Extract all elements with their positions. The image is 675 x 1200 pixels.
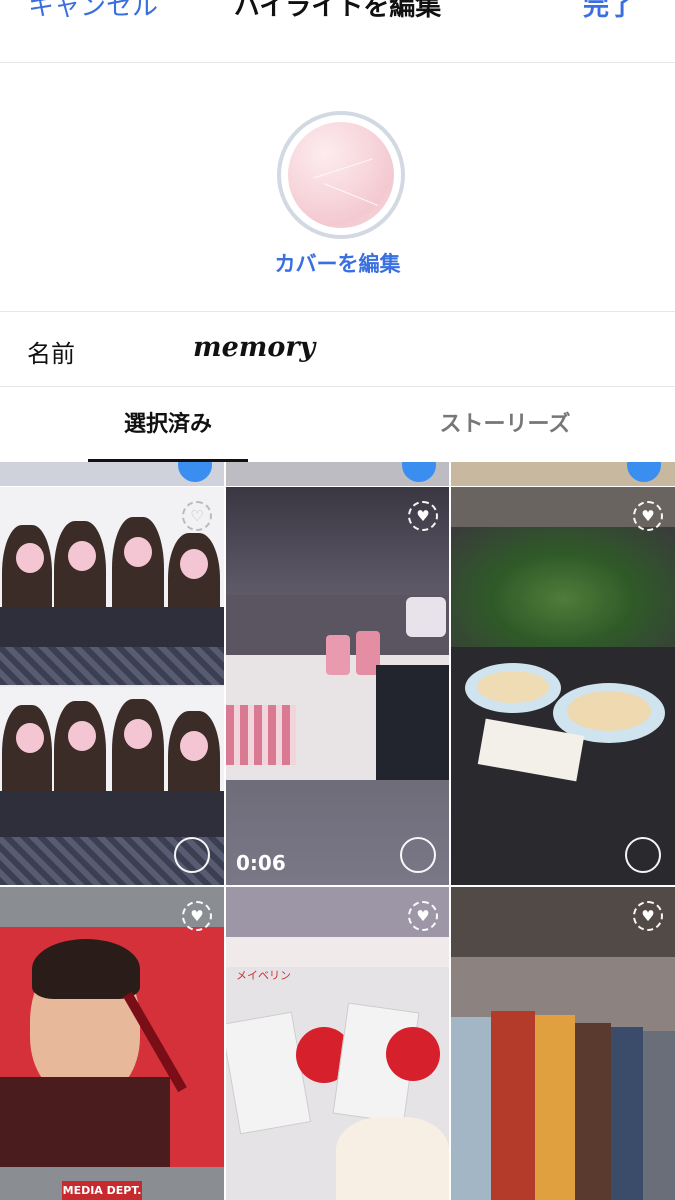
billboard-sign bbox=[0, 927, 224, 1167]
model-hair bbox=[32, 939, 140, 999]
peek-tile[interactable] bbox=[0, 462, 224, 486]
peek-tile[interactable] bbox=[226, 462, 449, 486]
caption-text: メイベリン bbox=[236, 969, 291, 982]
select-circle-icon[interactable] bbox=[400, 837, 436, 873]
drink-cup bbox=[326, 635, 350, 675]
drinks-video[interactable]: ♥ 0:06 bbox=[226, 487, 449, 885]
figure bbox=[643, 1031, 675, 1200]
face-sticker bbox=[180, 731, 208, 761]
face-sticker bbox=[68, 721, 96, 751]
plants bbox=[451, 527, 675, 647]
face-sticker bbox=[16, 543, 44, 573]
story-grid: ♡ ♥ 0:06 ♥ MEDIA DEPT. ♥ メイベリン ♥ ♥ bbox=[0, 462, 675, 1200]
select-circle-icon[interactable] bbox=[625, 837, 661, 873]
billboard-photo[interactable]: MEDIA DEPT. ♥ bbox=[0, 887, 224, 1200]
store-sign: MEDIA DEPT. bbox=[62, 1181, 142, 1200]
floor bbox=[226, 937, 449, 967]
selected-check-icon bbox=[627, 462, 661, 482]
tab-selected[interactable]: 選択済み bbox=[88, 387, 248, 462]
face-sticker bbox=[124, 719, 152, 749]
bottle bbox=[406, 597, 446, 637]
figure bbox=[451, 1017, 491, 1200]
purikura-photo[interactable]: ♡ bbox=[0, 487, 224, 885]
tab-stories[interactable]: ストーリーズ bbox=[425, 387, 585, 462]
highlight-ring-icon: ♡ bbox=[182, 501, 212, 531]
name-row: 名前 memory bbox=[0, 312, 675, 387]
model-outfit bbox=[0, 1077, 170, 1167]
figure bbox=[535, 1015, 575, 1200]
marble-vein bbox=[313, 158, 373, 179]
photo-card bbox=[226, 1011, 312, 1135]
highlight-ring-icon: ♥ bbox=[633, 901, 663, 931]
sleeve bbox=[336, 1117, 449, 1200]
top-bar: キャンセル ハイライトを編集 完了 bbox=[0, 0, 675, 63]
cover-section: カバーを編集 bbox=[0, 63, 675, 312]
peek-tile[interactable] bbox=[451, 462, 675, 486]
name-label: 名前 bbox=[27, 340, 75, 368]
figure bbox=[491, 1011, 535, 1200]
name-input[interactable]: memory bbox=[193, 332, 315, 363]
plaid-skirt bbox=[0, 647, 224, 685]
page-title: ハイライトを編集 bbox=[233, 0, 442, 22]
ramen-shop-photo[interactable]: ♥ bbox=[451, 487, 675, 885]
ramen-soup bbox=[477, 671, 549, 703]
highlight-ring-icon: ♥ bbox=[408, 501, 438, 531]
face-sticker bbox=[124, 537, 152, 567]
highlight-ring-icon: ♥ bbox=[633, 501, 663, 531]
face-sticker bbox=[68, 541, 96, 571]
highlight-ring-icon: ♥ bbox=[408, 901, 438, 931]
acrylic-keychain bbox=[386, 1027, 440, 1081]
edit-cover-link[interactable]: カバーを編集 bbox=[0, 248, 675, 278]
selected-check-icon bbox=[402, 462, 436, 482]
meat-plate bbox=[226, 705, 296, 765]
tab-bar: 選択済み ストーリーズ bbox=[0, 387, 675, 462]
face-sticker bbox=[180, 549, 208, 579]
video-duration: 0:06 bbox=[236, 851, 286, 875]
maybelline-goods-photo[interactable]: メイベリン ♥ bbox=[226, 887, 449, 1200]
video-scene bbox=[226, 595, 449, 780]
marble-vein bbox=[323, 183, 379, 206]
highlight-ring-icon: ♥ bbox=[182, 901, 212, 931]
cover-marble-image bbox=[288, 122, 394, 228]
sleeve bbox=[376, 665, 449, 780]
select-circle-icon[interactable] bbox=[174, 837, 210, 873]
ramen-soup bbox=[567, 691, 651, 731]
highlight-cover-image[interactable] bbox=[277, 111, 405, 239]
figure bbox=[575, 1023, 611, 1200]
done-button[interactable]: 完了 bbox=[583, 0, 635, 23]
timeless-mural-photo[interactable]: ♥ bbox=[451, 887, 675, 1200]
face-sticker bbox=[16, 723, 44, 753]
figure bbox=[611, 1027, 643, 1200]
selected-check-icon bbox=[178, 462, 212, 482]
mural bbox=[451, 957, 675, 1200]
